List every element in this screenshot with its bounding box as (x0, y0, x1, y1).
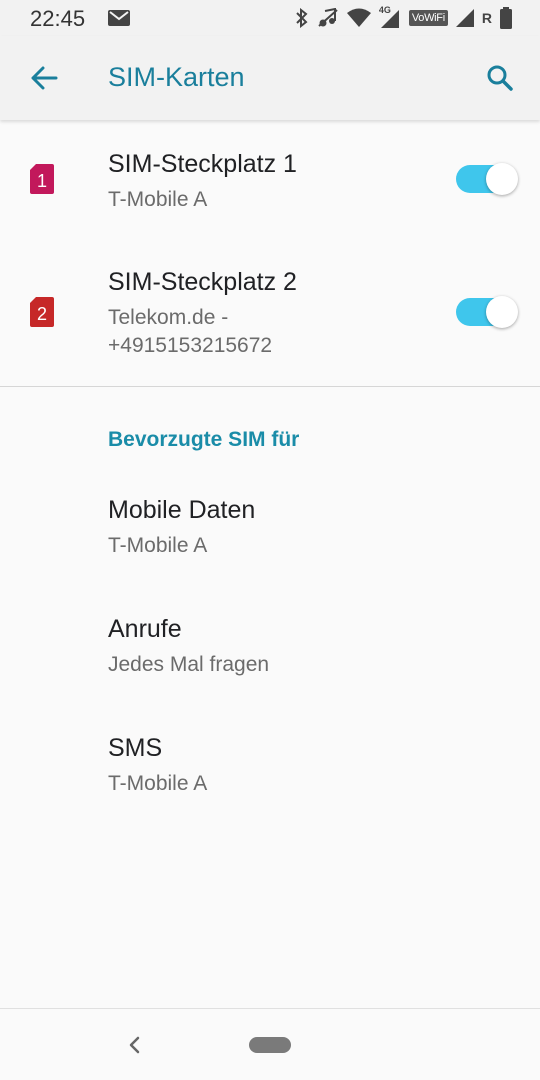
vowifi-badge: VoWiFi (408, 10, 448, 26)
pref-mobile-data-title: Mobile Daten (108, 496, 256, 524)
pref-sms-row[interactable]: SMS T-Mobile A (0, 716, 540, 806)
pref-calls-title: Anrufe (108, 615, 182, 643)
sim-card-1-number: 1 (37, 171, 47, 191)
music-off-icon (318, 8, 338, 27)
search-icon (487, 65, 513, 91)
battery-icon (500, 7, 512, 29)
pref-calls-row[interactable]: Anrufe Jedes Mal fragen (0, 597, 540, 687)
back-button[interactable] (24, 58, 64, 98)
sim-card-2-number: 2 (37, 304, 47, 324)
page-title: SIM-Karten (108, 62, 245, 92)
pref-calls-value: Jedes Mal fragen (108, 653, 270, 676)
sim-card-2-icon: 2 (30, 297, 54, 327)
arrow-back-icon (31, 66, 58, 90)
search-button[interactable] (480, 58, 520, 98)
preferred-sim-header: Bevorzugte SIM für (108, 428, 300, 451)
wifi-icon (346, 8, 371, 27)
pref-sms-value: T-Mobile A (108, 772, 208, 795)
nav-back-icon (129, 1036, 140, 1054)
mail-icon (108, 10, 130, 26)
sim-card-1-icon: 1 (30, 164, 54, 194)
status-bar: 22:45 4G VoWiFi R (0, 0, 540, 36)
sim-slot-1-carrier: T-Mobile A (108, 188, 208, 211)
sim-slot-1-row[interactable]: 1 SIM-Steckplatz 1 T-Mobile A (0, 122, 540, 240)
sim-slot-2-carrier: Telekom.de - (108, 306, 229, 329)
section-divider (0, 386, 540, 387)
status-time: 22:45 (30, 6, 86, 31)
sim-slot-1-toggle[interactable] (456, 163, 518, 195)
sim-slot-2-title: SIM-Steckplatz 2 (108, 268, 297, 296)
signal-icon (455, 9, 474, 27)
pref-mobile-data-row[interactable]: Mobile Daten T-Mobile A (0, 478, 540, 568)
nav-home-pill[interactable] (249, 1037, 291, 1053)
sim-slot-2-toggle[interactable] (456, 296, 518, 328)
sim-slot-2-number: +4915153215672 (108, 334, 273, 357)
toggle-thumb (486, 163, 518, 195)
pref-sms-title: SMS (108, 734, 163, 762)
navigation-bar (0, 1008, 540, 1080)
status-icons: 4G VoWiFi R (295, 5, 512, 30)
sim-slot-2-row[interactable]: 2 SIM-Steckplatz 2 Telekom.de - +4915153… (0, 240, 540, 386)
sim-slot-1-title: SIM-Steckplatz 1 (108, 150, 297, 178)
roaming-indicator: R (481, 10, 492, 26)
pref-mobile-data-value: T-Mobile A (108, 534, 208, 557)
app-bar: SIM-Karten (0, 36, 540, 120)
nav-back-button[interactable] (120, 1031, 148, 1059)
toggle-thumb (486, 296, 518, 328)
signal-4g-icon: 4G (379, 5, 401, 28)
bluetooth-icon (296, 8, 308, 28)
